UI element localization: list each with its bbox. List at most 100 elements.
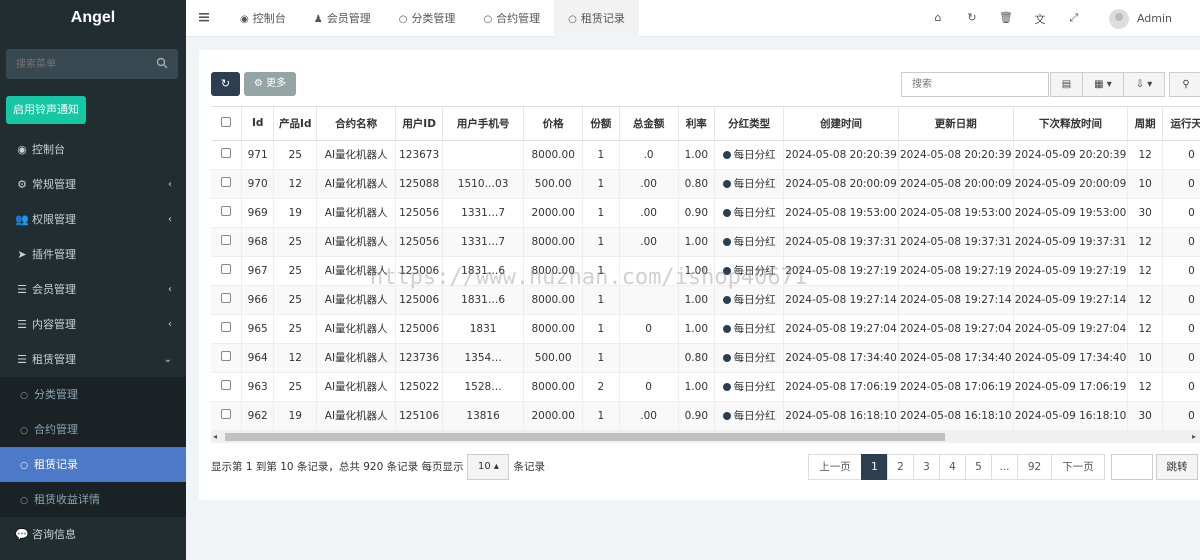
tab-1[interactable]: ♟ 会员管理 — [300, 0, 385, 37]
admin-username[interactable]: Admin — [1137, 12, 1172, 25]
sidebar-item-label: 分类管理 — [34, 388, 78, 401]
sidebar-item-6[interactable]: ☰ 租赁管理 ⌄ — [0, 342, 186, 377]
sidebar-item-1[interactable]: ⚙ 常规管理 ‹ — [0, 167, 186, 202]
sidebar-item-8[interactable]: ○ 合约管理 — [0, 412, 186, 447]
row-checkbox[interactable] — [220, 380, 231, 390]
home-icon[interactable]: ⌂ — [921, 11, 955, 27]
table-cell: 2024-05-09 19:37:31 — [1013, 227, 1129, 257]
sidebar-item-0[interactable]: ◉ 控制台 — [0, 132, 186, 167]
table-cell: 2024-05-08 17:34:40 — [783, 343, 899, 373]
row-checkbox[interactable] — [220, 264, 231, 274]
page-button[interactable]: 2 — [887, 454, 914, 480]
table-cell: 0 — [1162, 227, 1200, 257]
sidebar-item-11[interactable]: 💬 咨询信息 — [0, 517, 186, 552]
table-cell: 13816 — [442, 401, 525, 431]
sidebar-item-5[interactable]: ☰ 内容管理 ‹ — [0, 307, 186, 342]
tab-4[interactable]: ○ 租赁记录 — [554, 0, 639, 37]
row-checkbox[interactable] — [220, 409, 231, 419]
sidebar-item-7[interactable]: ○ 分类管理 — [0, 377, 186, 412]
page-size-select[interactable]: 10 ▴ — [467, 454, 510, 480]
records-summary: 显示第 1 到第 10 条记录，总共 920 条记录 每页显示 — [211, 461, 464, 473]
sidebar-item-10[interactable]: ○ 租赁收益详情 — [0, 482, 186, 517]
sidebar-item-3[interactable]: ➤ 插件管理 — [0, 237, 186, 272]
export-button[interactable]: ⇩ ▾ — [1123, 72, 1165, 97]
table-cell: 2024-05-09 19:53:00 — [1013, 198, 1129, 228]
next-page-button[interactable]: 下一页 — [1051, 454, 1105, 480]
table-row[interactable]: 964 12 AI量化机器人 123736 1354… 500.00 1 0.80 每日分红 20… — [211, 343, 1200, 373]
page-button[interactable]: 92 — [1017, 454, 1052, 480]
table-cell: 963 — [241, 372, 275, 402]
refresh-button[interactable]: ↻ — [211, 72, 240, 96]
row-checkbox[interactable] — [220, 148, 231, 158]
table-row[interactable]: 971 25 AI量化机器人 123673 8000.00 1.0 1.00 每日分红 2024… — [211, 140, 1200, 170]
horizontal-scrollbar[interactable]: ◂ ▸ — [211, 431, 1200, 443]
refresh-icon[interactable]: ↻ — [955, 11, 989, 27]
table-cell: 2024-05-09 20:20:39 — [1013, 140, 1129, 170]
row-checkbox[interactable] — [220, 351, 231, 361]
table-cell: 0.90 — [678, 401, 716, 431]
scrollbar-thumb[interactable] — [225, 433, 945, 441]
search-icon[interactable] — [156, 57, 168, 72]
sidebar-item-4[interactable]: ☰ 会员管理 ‹ — [0, 272, 186, 307]
row-checkbox[interactable] — [220, 293, 231, 303]
select-all-checkbox[interactable] — [220, 116, 231, 127]
table-cell: AI量化机器人 — [316, 227, 397, 257]
tab-0[interactable]: ◉ 控制台 — [226, 0, 300, 37]
table-cell: 2024-05-08 19:27:19 — [783, 256, 899, 286]
list-icon: ☰ — [17, 318, 27, 331]
goto-page-button[interactable]: 跳转 — [1156, 454, 1198, 480]
page-button[interactable]: 4 — [939, 454, 966, 480]
table-icon: ▤ — [1061, 79, 1072, 90]
prev-page-button[interactable]: 上一页 — [808, 454, 862, 480]
toggle-view-button[interactable]: ▤ — [1050, 72, 1083, 97]
table-row[interactable]: 962 19 AI量化机器人 125106 13816 2000.00 1.00 0.90 每日… — [211, 401, 1200, 431]
table-cell: 25 — [273, 140, 318, 170]
table-tool-buttons: ▤ ▦ ▾ ⇩ ▾ ⚲ — [1050, 72, 1200, 97]
page-button[interactable]: 1 — [861, 454, 888, 480]
more-button[interactable]: ⚙ 更多 — [244, 72, 296, 96]
table-cell: 0 — [619, 314, 679, 344]
table-cell: 25 — [273, 227, 318, 257]
column-header: 总金额 — [619, 107, 679, 141]
table-row[interactable]: 966 25 AI量化机器人 125006 1831…6 8000.00 1 1.00 每日分红… — [211, 285, 1200, 315]
status-dot-icon — [722, 151, 731, 159]
chevron-icon: ‹ — [168, 179, 172, 190]
table-cell: 0 — [1162, 169, 1200, 199]
table-row[interactable]: 965 25 AI量化机器人 125006 1831 8000.00 1 0 1.00 每日分红 2… — [211, 314, 1200, 344]
goto-page-input[interactable] — [1111, 454, 1153, 480]
row-checkbox[interactable] — [220, 235, 231, 245]
translate-icon[interactable]: 文 — [1023, 11, 1057, 27]
trash-icon[interactable]: 🗑 — [989, 11, 1023, 27]
table-row[interactable]: 969 19 AI量化机器人 125056 1331…7 2000.00 1.00 0.90 每… — [211, 198, 1200, 228]
page-button[interactable]: 3 — [913, 454, 940, 480]
search-icon: ⚲ — [1182, 79, 1190, 90]
table-row[interactable]: 963 25 AI量化机器人 125022 1528… 8000.00 2 0 1.00 每日分红… — [211, 372, 1200, 402]
tab-2[interactable]: ○ 分类管理 — [385, 0, 470, 37]
table-row[interactable]: 967 25 AI量化机器人 125006 1831…6 8000.00 1 1.00 每日分红… — [211, 256, 1200, 286]
enable-bell-notification-button[interactable]: 启用铃声通知 — [6, 96, 86, 124]
page-button[interactable]: 5 — [965, 454, 992, 480]
menu-toggle-icon[interactable] — [198, 11, 210, 23]
table-search-input[interactable] — [901, 72, 1049, 97]
table-cell: 964 — [241, 343, 275, 373]
row-checkbox[interactable] — [220, 206, 231, 216]
table-cell: 500.00 — [523, 169, 584, 199]
table-row[interactable]: 970 12 AI量化机器人 125088 1510…03 500.00 1.00 0.80 每… — [211, 169, 1200, 199]
fullscreen-icon[interactable]: ⤢ — [1057, 11, 1091, 27]
row-select-cell — [211, 256, 242, 286]
sidebar-item-2[interactable]: 👥 权限管理 ‹ — [0, 202, 186, 237]
sidebar-search-input[interactable] — [6, 49, 146, 79]
scroll-left-arrow-icon[interactable]: ◂ — [213, 431, 217, 443]
page-button[interactable]: ... — [991, 454, 1018, 480]
table-row[interactable]: 968 25 AI量化机器人 125056 1331…7 8000.00 1.00 1.00 每… — [211, 227, 1200, 257]
columns-button[interactable]: ▦ ▾ — [1082, 72, 1124, 97]
avatar[interactable] — [1108, 8, 1129, 29]
tab-3[interactable]: ○ 合约管理 — [469, 0, 554, 37]
row-checkbox[interactable] — [220, 177, 231, 187]
scroll-right-arrow-icon[interactable]: ▸ — [1192, 431, 1196, 443]
app-root: Angel 启用铃声通知 ◉控制台⚙常规管理‹👥权限管理‹➤插件管理☰会员管理‹… — [0, 0, 1200, 560]
row-checkbox[interactable] — [220, 322, 231, 332]
common-search-button[interactable]: ⚲ — [1169, 72, 1200, 97]
row-select-cell — [211, 140, 242, 170]
sidebar-item-9[interactable]: ○ 租赁记录 — [0, 447, 186, 482]
